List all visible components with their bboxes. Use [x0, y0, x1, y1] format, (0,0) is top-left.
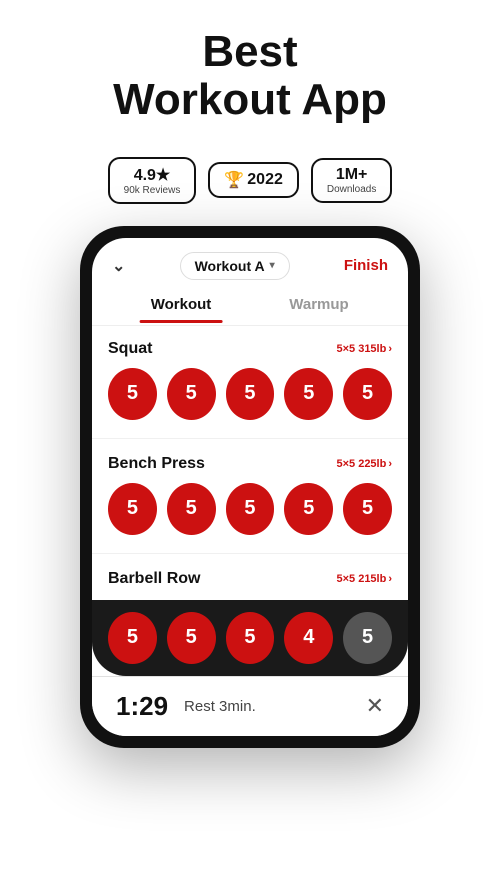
squat-meta[interactable]: 5×5 315lb › [336, 343, 392, 355]
barbell-rep-4[interactable]: 4 [284, 612, 333, 664]
barbell-name: Barbell Row [108, 570, 200, 588]
bottom-bar: 5 5 5 4 5 [92, 600, 408, 676]
bench-rep-2[interactable]: 5 [167, 483, 216, 535]
bench-rep-1[interactable]: 5 [108, 483, 157, 535]
rating-sub: 90k Reviews [124, 185, 181, 196]
phone-top-bar: ⌄ Workout A ▾ Finish [92, 238, 408, 288]
bench-name: Bench Press [108, 455, 205, 473]
downloads-value: 1M+ [336, 166, 368, 184]
tab-workout[interactable]: Workout [112, 288, 250, 323]
tab-warmup[interactable]: Warmup [250, 288, 388, 323]
rating-value: 4.9★ [134, 165, 171, 185]
squat-header: Squat 5×5 315lb › [108, 340, 392, 358]
phone-mockup: ⌄ Workout A ▾ Finish Workout Warmup [80, 226, 420, 748]
bench-rep-3[interactable]: 5 [226, 483, 275, 535]
rating-badge: 4.9★ 90k Reviews [108, 157, 197, 204]
bench-meta[interactable]: 5×5 225lb › [336, 458, 392, 470]
finish-button[interactable]: Finish [344, 257, 388, 274]
squat-rep-5[interactable]: 5 [343, 368, 392, 420]
workout-selector-label: Workout A [195, 258, 265, 274]
exercise-bench-press: Bench Press 5×5 225lb › 5 5 5 5 5 [92, 445, 408, 547]
squat-rep-1[interactable]: 5 [108, 368, 157, 420]
bench-rep-4[interactable]: 5 [284, 483, 333, 535]
barbell-rep-5[interactable]: 5 [343, 612, 392, 664]
rest-timer: 1:29 Rest 3min. ✕ [92, 676, 408, 736]
timer-label: Rest 3min. [184, 698, 350, 715]
exercise-squat: Squat 5×5 315lb › 5 5 5 5 5 [92, 330, 408, 432]
squat-circles: 5 5 5 5 5 [108, 368, 392, 420]
downloads-badge: 1M+ Downloads [311, 158, 392, 203]
phone-screen: ⌄ Workout A ▾ Finish Workout Warmup [92, 238, 408, 736]
barbell-meta[interactable]: 5×5 215lb › [336, 573, 392, 585]
bench-header: Bench Press 5×5 225lb › [108, 455, 392, 473]
chevron-down-icon[interactable]: ⌄ [112, 256, 125, 276]
exercise-barbell-row: Barbell Row 5×5 215lb › [92, 560, 408, 600]
header: Best Workout App [0, 0, 500, 143]
barbell-header: Barbell Row 5×5 215lb › [108, 570, 392, 588]
divider-1 [92, 438, 408, 439]
barbell-chevron-icon: › [388, 573, 392, 585]
squat-name: Squat [108, 340, 152, 358]
phone-wrapper: ⌄ Workout A ▾ Finish Workout Warmup [0, 226, 500, 748]
bench-chevron-icon: › [388, 458, 392, 470]
award-badge: 🏆 2022 [208, 162, 299, 198]
squat-rep-2[interactable]: 5 [167, 368, 216, 420]
squat-chevron-icon: › [388, 343, 392, 355]
tab-divider [92, 325, 408, 326]
squat-rep-4[interactable]: 5 [284, 368, 333, 420]
divider-2 [92, 553, 408, 554]
bench-circles: 5 5 5 5 5 [108, 483, 392, 535]
squat-rep-3[interactable]: 5 [226, 368, 275, 420]
bench-rep-5[interactable]: 5 [343, 483, 392, 535]
barbell-rep-3[interactable]: 5 [226, 612, 275, 664]
timer-time: 1:29 [116, 691, 168, 722]
selector-chevron-icon: ▾ [270, 260, 275, 271]
tabs-row: Workout Warmup [92, 288, 408, 323]
award-value: 🏆 2022 [224, 170, 283, 190]
close-timer-button[interactable]: ✕ [366, 693, 384, 719]
workout-selector[interactable]: Workout A ▾ [180, 252, 290, 280]
barbell-rep-2[interactable]: 5 [167, 612, 216, 664]
badges-row: 4.9★ 90k Reviews 🏆 2022 1M+ Downloads [0, 157, 500, 204]
barbell-rep-1[interactable]: 5 [108, 612, 157, 664]
trophy-icon: 🏆 [224, 170, 244, 190]
downloads-sub: Downloads [327, 184, 376, 195]
app-title: Best Workout App [20, 28, 480, 125]
